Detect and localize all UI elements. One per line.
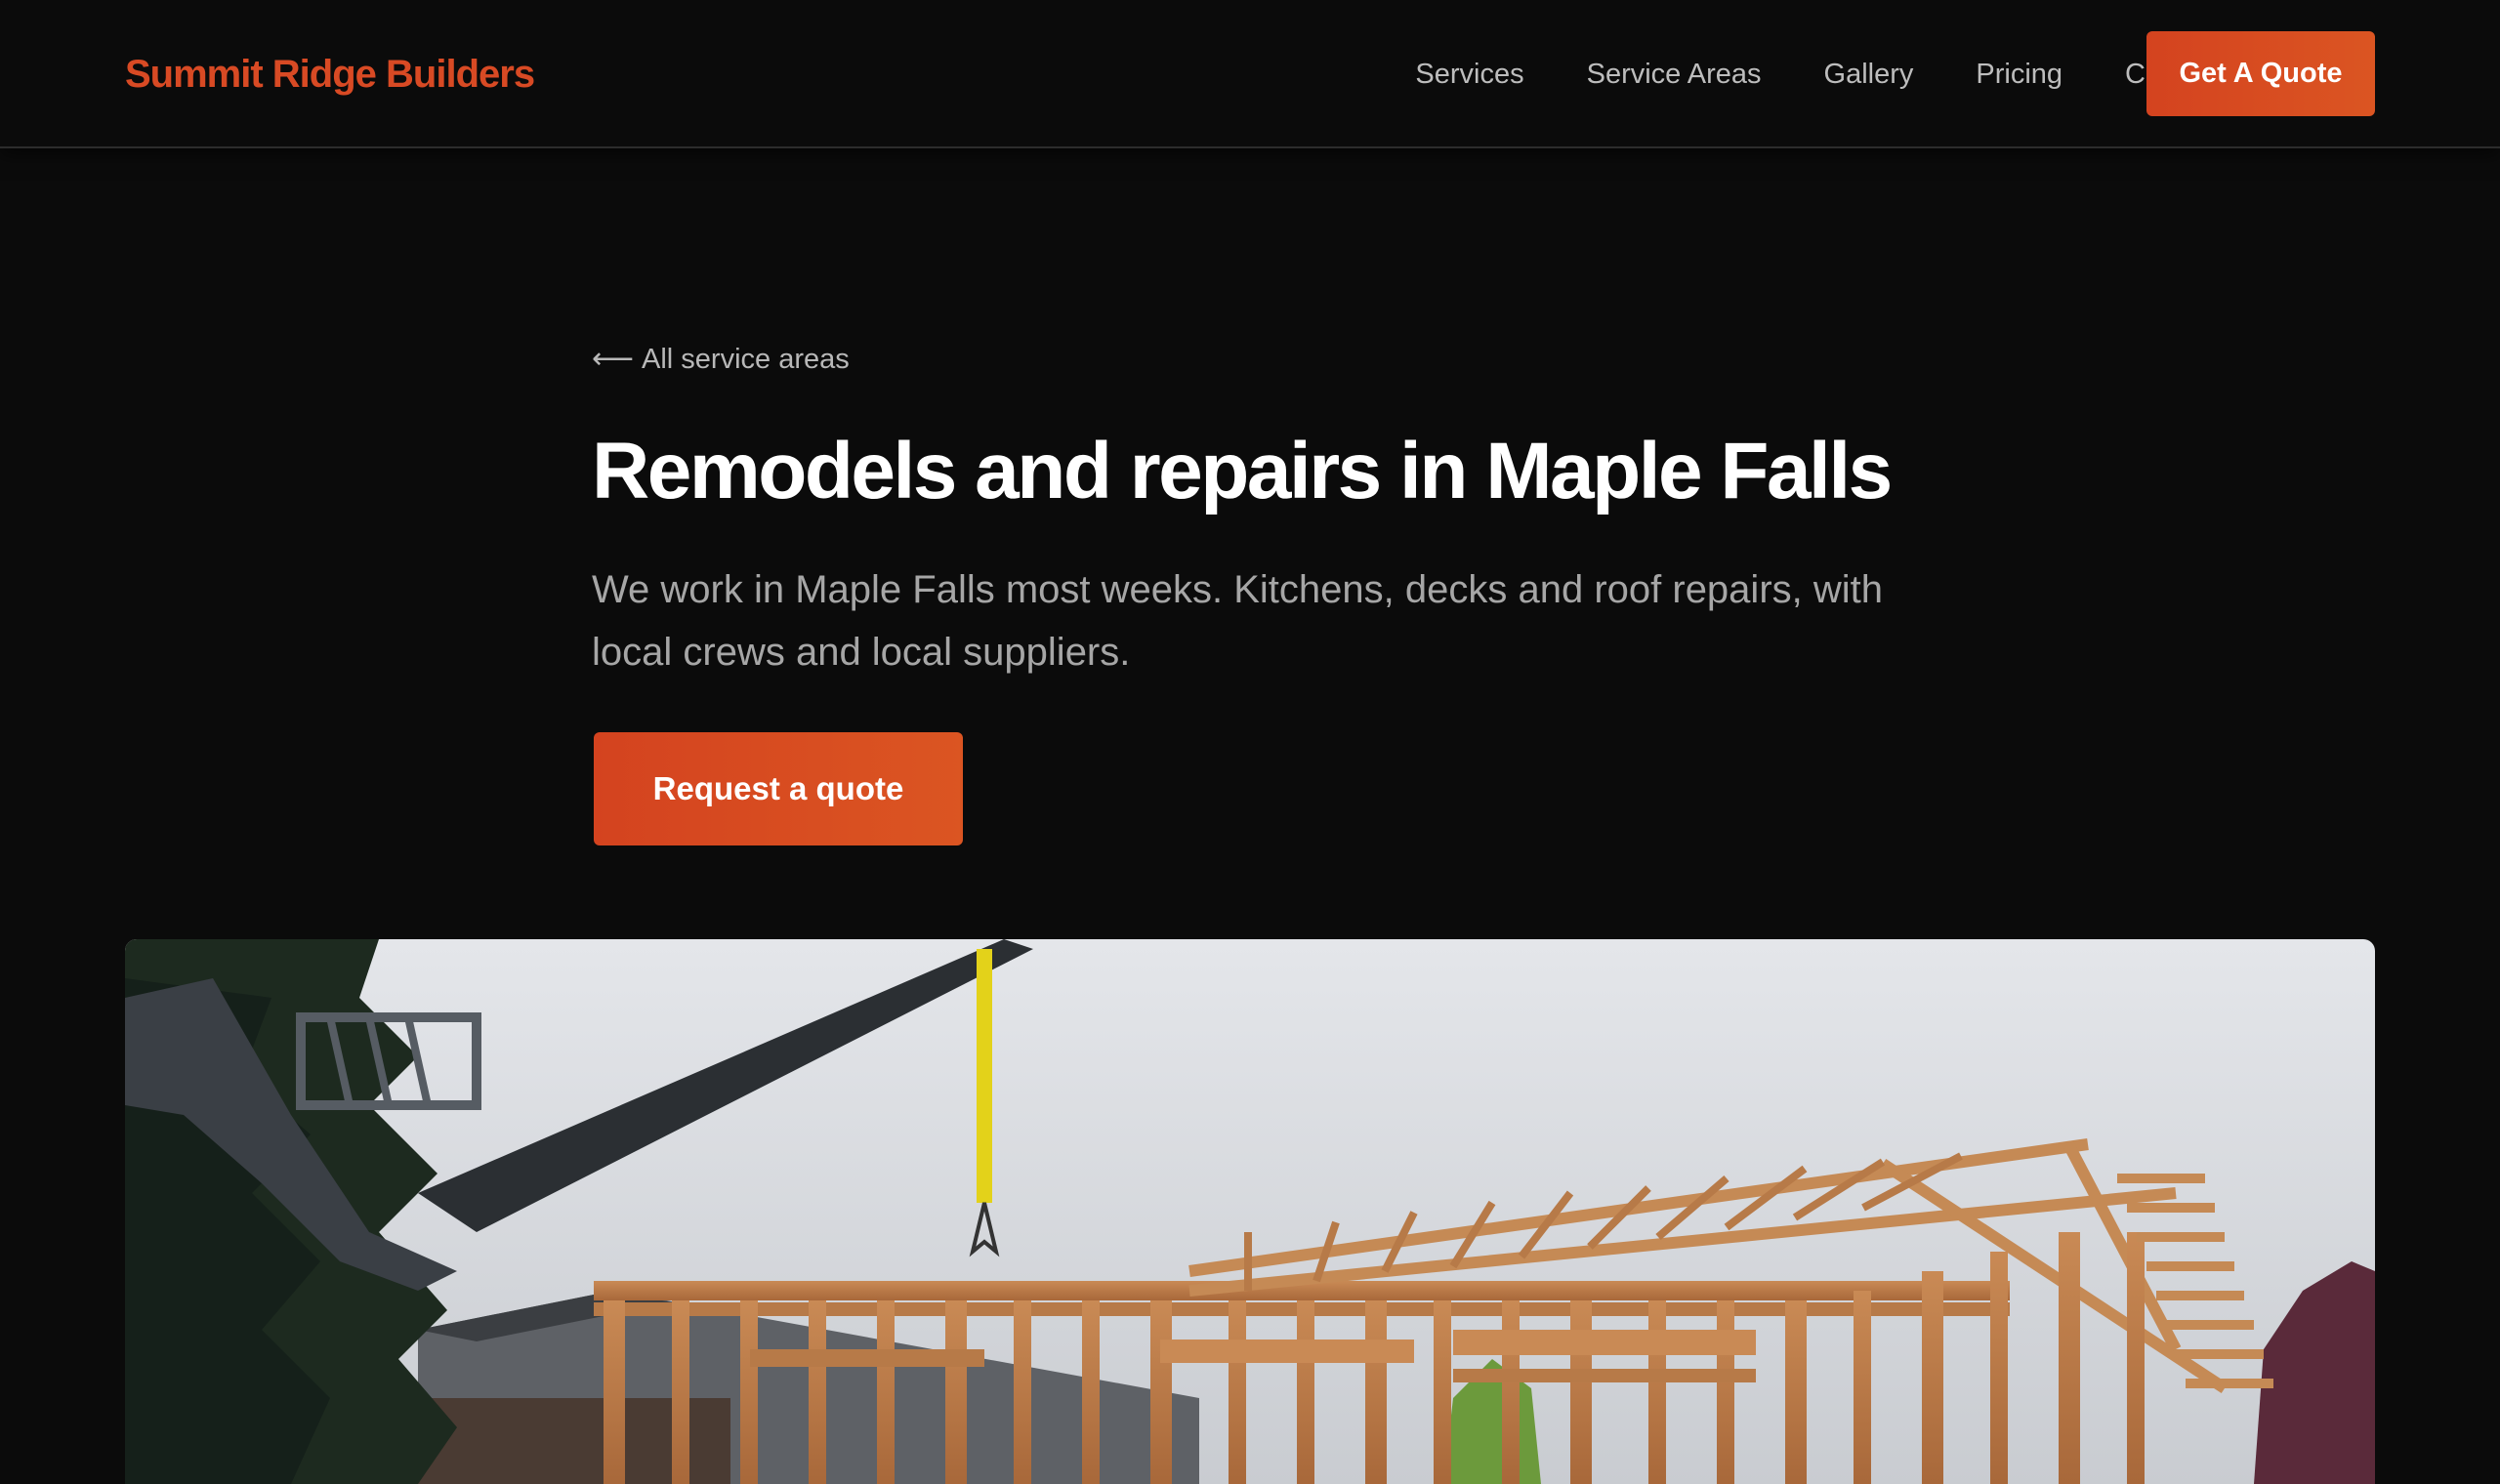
photo-illustration	[125, 939, 2375, 1484]
intro-text: We work in Maple Falls most weeks. Kitch…	[592, 568, 1883, 674]
nav-link-gallery[interactable]: Gallery	[1824, 49, 1914, 100]
back-to-service-areas-link[interactable]: ⟵ All service areas	[592, 338, 850, 381]
arrow-left-icon: ⟵	[592, 343, 635, 375]
nav-link-services[interactable]: Services	[1415, 49, 1523, 100]
nav-link-pricing[interactable]: Pricing	[1976, 49, 2062, 100]
page-title: Remodels and repairs in Maple Falls	[592, 427, 1893, 515]
site-header: Summit Ridge Builders Services Service A…	[0, 0, 2500, 148]
nav-link-service-areas[interactable]: Service Areas	[1587, 49, 1762, 100]
request-quote-button[interactable]: Request a quote	[594, 732, 963, 845]
main-nav: Services Service Areas Gallery Pricing C…	[1415, 49, 2223, 100]
back-link-label: All service areas	[642, 344, 850, 375]
construction-framing-photo	[125, 939, 2375, 1484]
brand-logo-link[interactable]: Summit Ridge Builders	[125, 49, 535, 100]
get-a-quote-button[interactable]: Get A Quote	[2146, 31, 2375, 116]
